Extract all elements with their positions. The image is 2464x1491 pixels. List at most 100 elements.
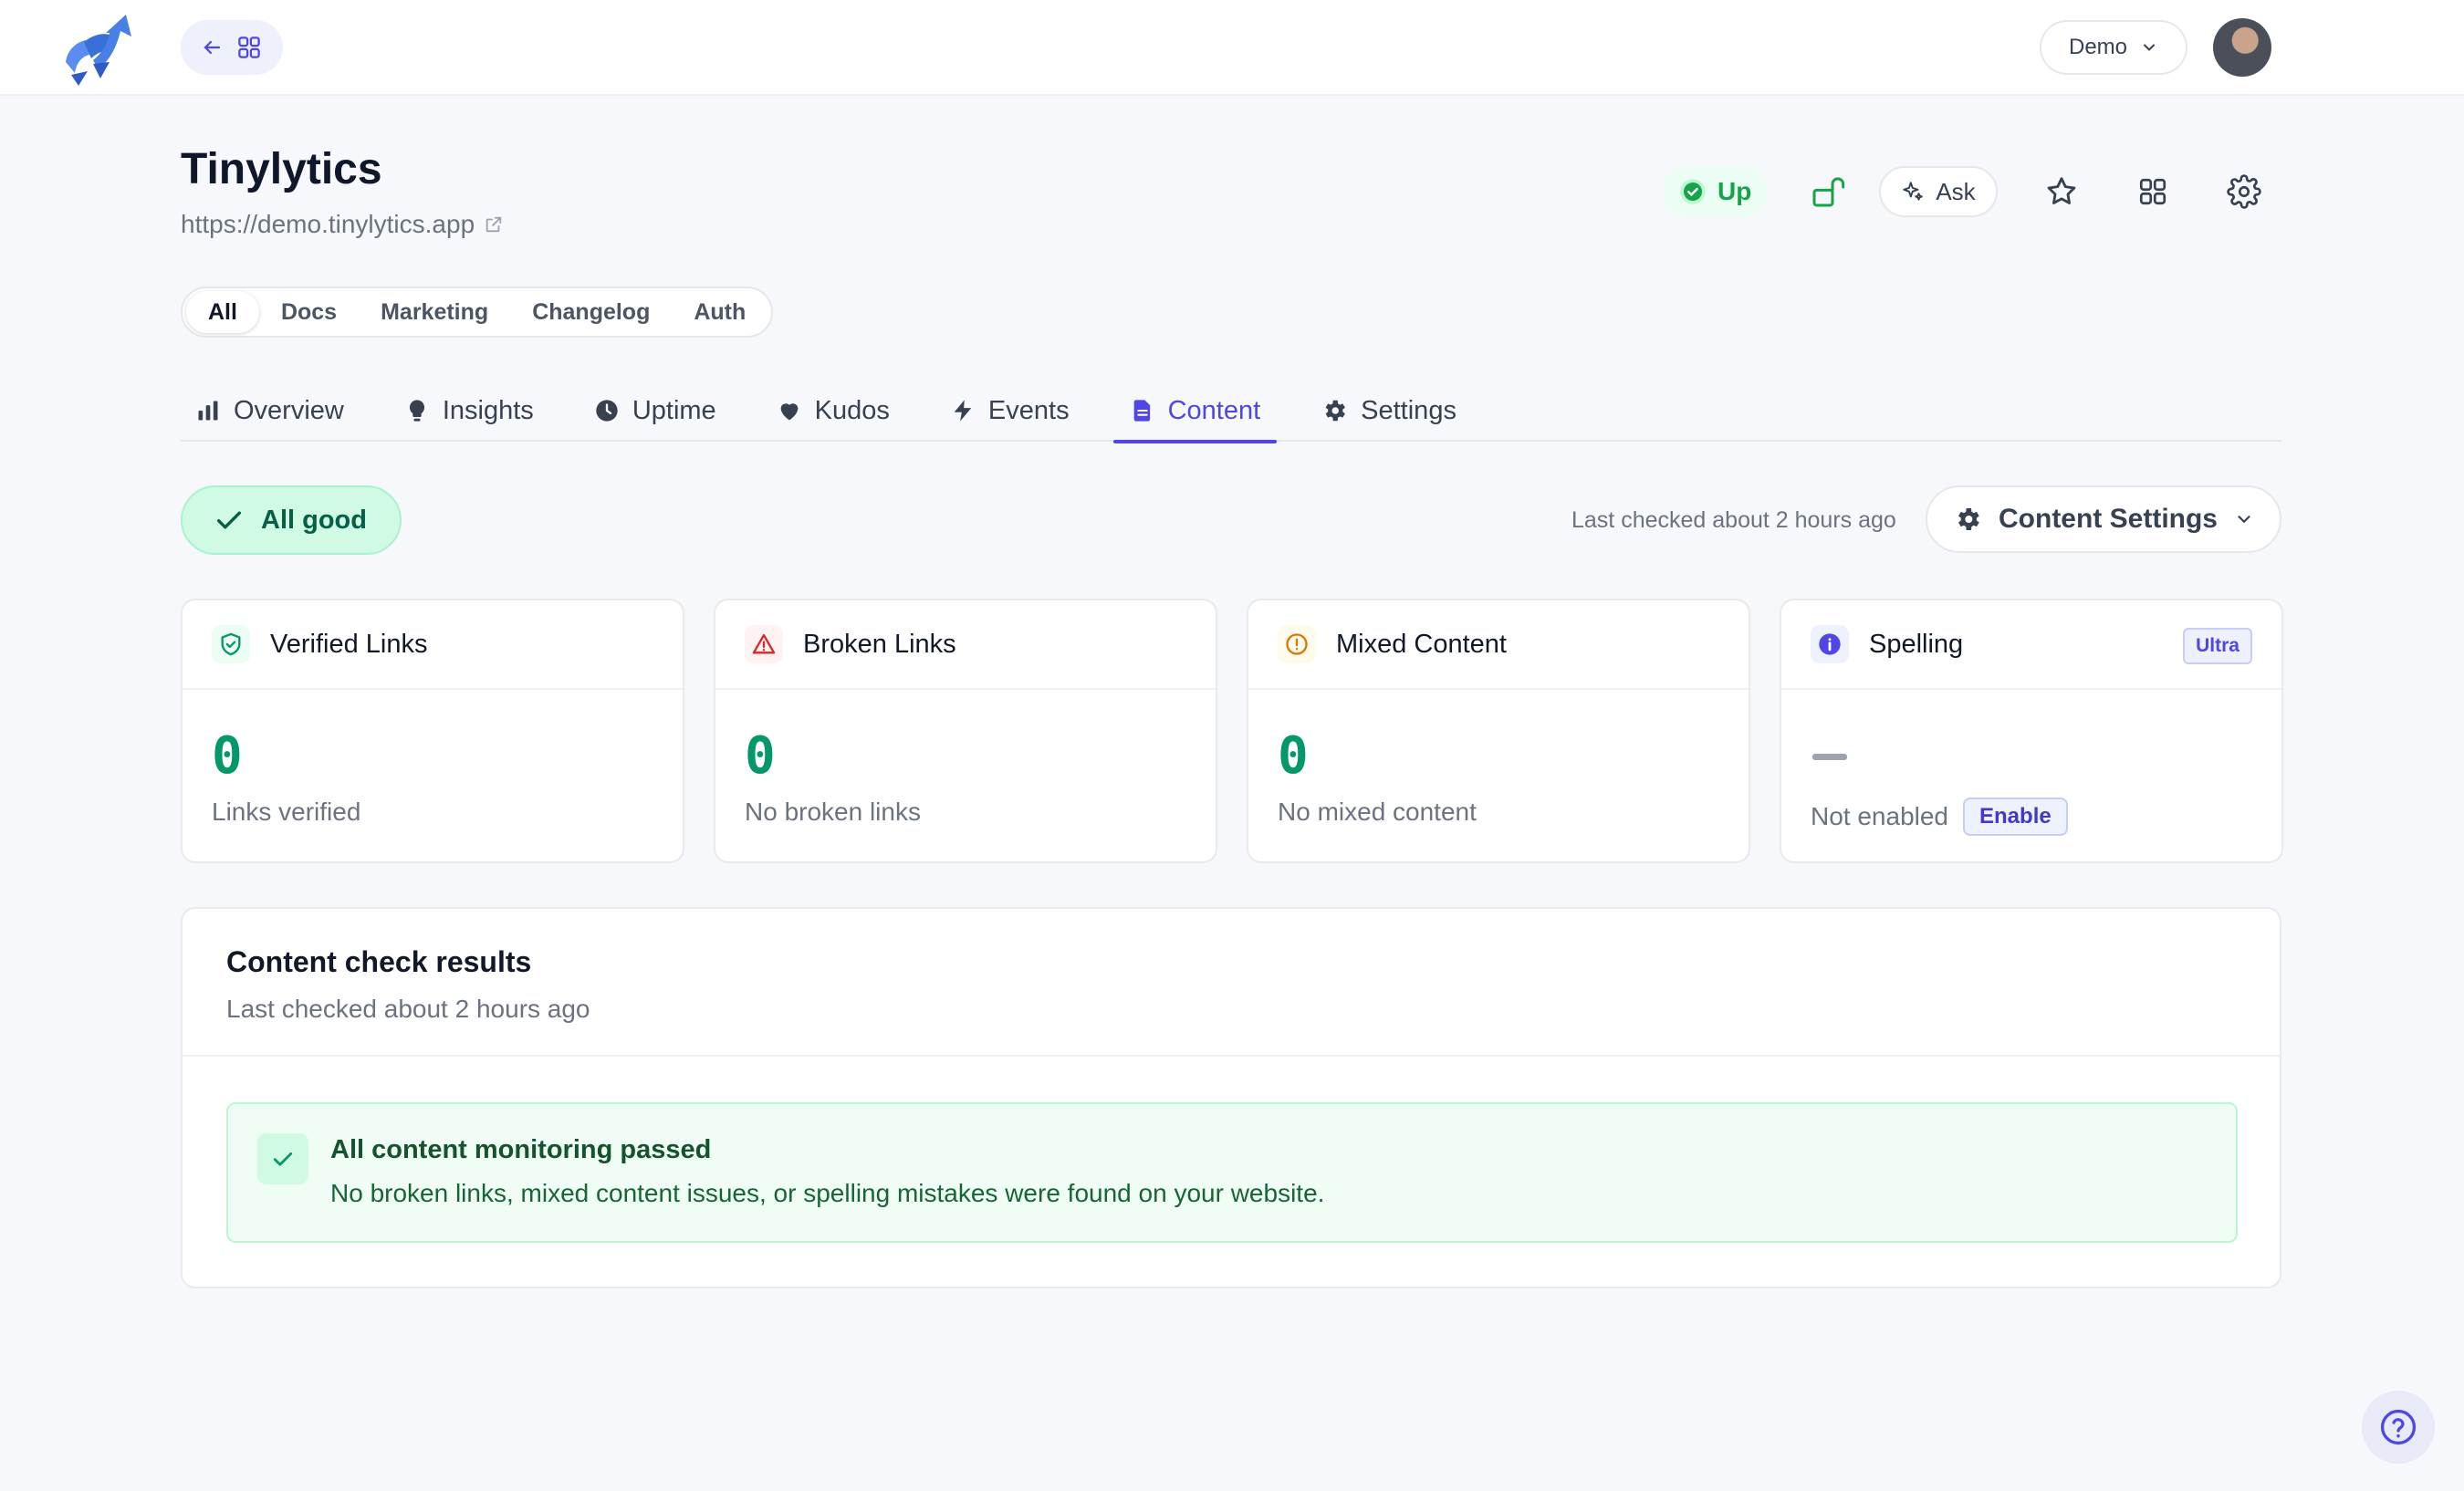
broken-links-card: Broken Links 0 No broken links (714, 599, 1217, 863)
filter-marketing[interactable]: Marketing (359, 291, 510, 333)
check-icon (257, 1133, 308, 1184)
card-label: Links verified (212, 798, 360, 827)
passed-alert-title: All content monitoring passed (330, 1135, 712, 1164)
warning-triangle-icon (745, 625, 783, 663)
heart-icon (777, 398, 802, 423)
site-url-link[interactable]: https://demo.tinylytics.app (181, 210, 504, 239)
card-title: Broken Links (803, 629, 956, 659)
content-check-results-panel: Content check results Last checked about… (181, 907, 2281, 1288)
check-icon (214, 505, 245, 536)
gear-icon (2226, 174, 2261, 209)
enable-spelling-button[interactable]: Enable (1963, 798, 2068, 836)
grid-icon (235, 34, 263, 61)
filter-all[interactable]: All (186, 291, 259, 333)
gear-icon (1321, 397, 1348, 424)
ask-button-label: Ask (1936, 177, 1976, 205)
card-label-text: Not enabled (1811, 802, 1949, 830)
filter-docs[interactable]: Docs (259, 291, 359, 333)
ultra-plan-badge: Ultra (2183, 628, 2252, 664)
user-avatar[interactable] (2213, 18, 2271, 77)
document-icon (1130, 398, 1155, 423)
card-label: Not enabled Enable (1811, 798, 2068, 836)
card-header: Mixed Content (1248, 600, 1749, 690)
check-circle-icon (1679, 178, 1707, 205)
card-value: 0 (1278, 726, 1309, 786)
divider (183, 1055, 2280, 1057)
chevron-down-icon (2140, 38, 2158, 57)
card-label-text: No mixed content (1278, 798, 1477, 826)
card-label: No mixed content (1278, 798, 1477, 827)
card-value: 0 (212, 726, 243, 786)
clock-icon (594, 398, 620, 423)
card-header: Verified Links (183, 600, 683, 690)
sparkles-icon (1901, 180, 1925, 203)
tab-kudos[interactable]: Kudos (760, 380, 906, 442)
passed-alert-description: No broken links, mixed content issues, o… (330, 1179, 1325, 1207)
top-bar: Demo (0, 0, 2464, 96)
workspace-select-label: Demo (2068, 35, 2128, 59)
filter-changelog[interactable]: Changelog (510, 291, 672, 333)
back-to-sites-button[interactable] (181, 20, 283, 75)
tab-settings[interactable]: Settings (1304, 380, 1473, 442)
main-tabs: Overview Insights Uptime Kudos Events Co… (181, 380, 2281, 443)
content-settings-label: Content Settings (1999, 504, 2218, 534)
filter-auth[interactable]: Auth (672, 291, 767, 333)
gear-icon (1953, 505, 1982, 534)
tab-content[interactable]: Content (1112, 380, 1278, 443)
site-url-text: https://demo.tinylytics.app (181, 210, 475, 238)
card-label: No broken links (745, 798, 921, 827)
grid-icon (2136, 175, 2169, 208)
uptime-status-label: Up (1717, 177, 1752, 205)
content-status-badge: All good (181, 485, 402, 555)
tab-content-label: Content (1167, 395, 1261, 425)
ask-button[interactable]: Ask (1879, 166, 1998, 217)
exclamation-circle-icon (1278, 625, 1316, 663)
card-label-text: Links verified (212, 798, 361, 826)
results-title: Content check results (226, 945, 532, 978)
tab-uptime-label: Uptime (632, 395, 716, 425)
tab-overview-label: Overview (234, 395, 344, 425)
shield-check-icon (212, 625, 250, 663)
unlock-button[interactable] (1801, 164, 1855, 219)
spelling-card: Spelling Ultra — Not enabled Enable (1780, 599, 2283, 863)
content-status-label: All good (261, 505, 367, 535)
apps-grid-button[interactable] (2125, 164, 2180, 219)
content-settings-button[interactable]: Content Settings (1926, 485, 2281, 553)
star-icon (2044, 174, 2079, 209)
unlock-icon (1810, 173, 1846, 210)
tab-kudos-label: Kudos (814, 395, 890, 425)
bolt-icon (950, 398, 976, 423)
tab-insights-label: Insights (442, 395, 534, 425)
verified-links-card: Verified Links 0 Links verified (181, 599, 684, 863)
passed-alert: All content monitoring passed No broken … (226, 1102, 2238, 1243)
external-link-icon (484, 214, 504, 235)
card-title: Verified Links (270, 629, 428, 659)
card-title: Mixed Content (1336, 629, 1507, 659)
card-title: Spelling (1869, 629, 1964, 659)
last-checked-text: Last checked about 2 hours ago (1571, 507, 1896, 533)
site-settings-button[interactable] (2217, 164, 2271, 219)
segment-filter: All Docs Marketing Changelog Auth (181, 287, 774, 338)
page-title: Tinylytics (181, 145, 382, 193)
tab-overview[interactable]: Overview (181, 380, 360, 442)
app-logo-icon[interactable] (62, 9, 141, 88)
card-label-text: No broken links (745, 798, 921, 826)
results-last-checked: Last checked about 2 hours ago (226, 995, 590, 1023)
mixed-content-card: Mixed Content 0 No mixed content (1247, 599, 1750, 863)
card-value: 0 (745, 726, 776, 786)
question-circle-icon (2378, 1407, 2418, 1447)
uptime-status-badge[interactable]: Up (1663, 166, 1769, 217)
header-actions: Up Ask (1663, 164, 2271, 219)
tab-insights[interactable]: Insights (388, 380, 550, 442)
info-icon (1811, 625, 1849, 663)
tab-settings-label: Settings (1361, 395, 1456, 425)
lightbulb-icon (404, 398, 430, 423)
tab-uptime[interactable]: Uptime (578, 380, 733, 442)
help-button[interactable] (2362, 1391, 2435, 1464)
chevron-down-icon (2234, 509, 2254, 529)
tab-events[interactable]: Events (934, 380, 1086, 442)
card-header: Broken Links (715, 600, 1216, 690)
bar-chart-icon (195, 398, 221, 423)
favorite-button[interactable] (2034, 164, 2089, 219)
workspace-select[interactable]: Demo (2040, 20, 2187, 75)
